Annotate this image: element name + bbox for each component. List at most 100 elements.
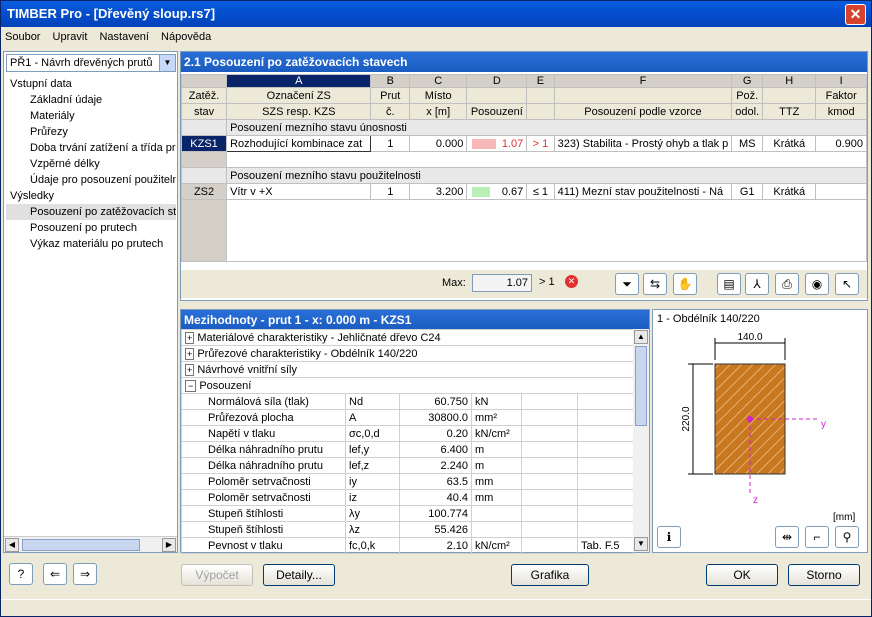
cell-member[interactable]: 1 — [370, 183, 411, 200]
cell-compare[interactable]: ≤ 1 — [526, 183, 555, 200]
cell-kmod[interactable]: 0.900 — [815, 135, 867, 152]
cell-formula[interactable]: 411) Mezní stav použitelnosti - Ná — [553, 183, 733, 200]
ok-button[interactable]: OK — [706, 564, 778, 586]
collapse-icon[interactable]: − — [185, 379, 197, 392]
view-icon[interactable]: ◉ — [805, 273, 829, 295]
scroll-right-icon[interactable]: ▶ — [162, 538, 176, 552]
col-header-i[interactable]: I — [815, 74, 867, 88]
scroll-thumb[interactable] — [22, 539, 140, 551]
cell-x[interactable]: 3.200 — [409, 183, 468, 200]
tree-item[interactable]: Údaje pro posouzení použitelnc — [6, 172, 176, 188]
row-header[interactable] — [180, 167, 228, 184]
vertical-scrollbar[interactable]: ▲ ▼ — [633, 329, 649, 552]
tree-item[interactable]: Posouzení po prutech — [6, 220, 176, 236]
table-row[interactable]: ZS2 Vítr v +X 1 3.200 0.67 ≤ 1 411) Mezn… — [180, 183, 867, 200]
cell-ratio[interactable]: 1.07 — [466, 135, 528, 152]
group-design[interactable]: − Posouzení — [181, 377, 634, 394]
cancel-button[interactable]: Storno — [788, 564, 860, 586]
cell-ratio[interactable]: 0.67 — [466, 183, 528, 200]
expand-icon[interactable]: + — [185, 347, 195, 360]
close-button[interactable]: ✕ — [845, 4, 866, 25]
table-export-icon[interactable]: ▤ — [717, 273, 741, 295]
info-icon[interactable]: ℹ — [657, 526, 681, 548]
tree-item[interactable]: Průřezy — [6, 124, 176, 140]
import-icon[interactable]: ⇐ — [43, 563, 67, 585]
row-header[interactable] — [180, 151, 228, 168]
tree-item[interactable]: Vzpěrné délky — [6, 156, 176, 172]
cell-resistance[interactable]: G1 — [731, 183, 764, 200]
expand-icon[interactable]: + — [185, 331, 195, 344]
cell-member[interactable]: 1 — [370, 135, 411, 152]
col-header-b[interactable]: B — [370, 74, 411, 88]
tree-item[interactable]: Posouzení po zatěžovacích sta — [6, 204, 176, 220]
axis-icon[interactable]: ⅄ — [745, 273, 769, 295]
cell-compare[interactable]: > 1 — [526, 135, 555, 152]
tree-item[interactable]: Materiály — [6, 108, 176, 124]
cell-name[interactable]: Vítr v +X — [226, 183, 372, 200]
cell-ttz[interactable]: Krátká — [762, 135, 817, 152]
group-forces[interactable]: + Návrhové vnitřní síly — [181, 361, 634, 378]
row-header[interactable] — [180, 119, 228, 136]
graphics-button[interactable]: Grafika — [511, 564, 589, 586]
col-header-c[interactable]: C — [409, 74, 468, 88]
help-icon[interactable]: ? — [9, 563, 33, 585]
col-header-a[interactable]: A — [226, 74, 372, 88]
cell-kmod[interactable] — [815, 183, 867, 200]
axes-icon[interactable]: ⌐ — [805, 526, 829, 548]
col-header-d[interactable]: D — [466, 74, 528, 88]
expand-icon[interactable]: + — [185, 363, 195, 376]
tree-item[interactable]: Doba trvání zatížení a třída pro — [6, 140, 176, 156]
cell-x[interactable]: 0.000 — [409, 135, 468, 152]
cell-ttz[interactable]: Krátká — [762, 183, 817, 200]
menu-file[interactable]: Soubor — [5, 31, 40, 43]
dim-width-label: 140.0 — [737, 332, 762, 343]
calculate-button[interactable]: Výpočet — [181, 564, 253, 586]
detail-row[interactable]: Délka náhradního prutu lef,y 6.400 m — [181, 441, 634, 458]
col-header-f[interactable]: F — [553, 74, 733, 88]
details-button[interactable]: Detaily... — [263, 564, 335, 586]
detail-row[interactable]: Průřezová plocha A 30800.0 mm² — [181, 409, 634, 426]
scroll-down-icon[interactable]: ▼ — [634, 537, 648, 551]
scroll-left-icon[interactable]: ◀ — [5, 538, 19, 552]
scroll-thumb[interactable] — [635, 346, 647, 426]
print-icon[interactable]: ⎙ — [775, 273, 799, 295]
cell-formula[interactable]: 323) Stabilita - Prostý ohyb a tlak p — [553, 135, 733, 152]
export-icon[interactable]: ⇒ — [73, 563, 97, 585]
case-select[interactable]: PŘ1 - Návrh dřevěných prutů ▼ — [6, 54, 176, 72]
col-header-h[interactable]: H — [762, 74, 817, 88]
tree-item[interactable]: Výkaz materiálu po prutech — [6, 236, 176, 252]
detail-row[interactable]: Stupeň štíhlosti λz 55.426 — [181, 521, 634, 538]
scroll-up-icon[interactable]: ▲ — [634, 330, 648, 344]
menu-edit[interactable]: Upravit — [53, 31, 88, 43]
dimension-icon[interactable]: ⇹ — [775, 526, 799, 548]
pointer-icon[interactable]: ↖ — [835, 273, 859, 295]
cell-resistance[interactable]: MS — [731, 135, 764, 152]
detail-row[interactable]: Napětí v tlaku σc,0,d 0.20 kN/cm² — [181, 425, 634, 442]
filter-icon[interactable]: ⏷ — [615, 273, 639, 295]
hand-icon[interactable]: ✋ — [673, 273, 697, 295]
detail-row[interactable]: Normálová síla (tlak) Nd 60.750 kN — [181, 393, 634, 410]
detail-row[interactable]: Poloměr setrvačnosti iz 40.4 mm — [181, 489, 634, 506]
member-select-icon[interactable]: ⇆ — [643, 273, 667, 295]
col-header-g[interactable]: G — [731, 74, 764, 88]
tree-item[interactable]: Vstupní data — [6, 76, 176, 92]
menu-settings[interactable]: Nastavení — [99, 31, 149, 43]
tree-item[interactable]: Výsledky — [6, 188, 176, 204]
row-header[interactable]: ZS2 — [180, 183, 228, 200]
detail-row[interactable]: Stupeň štíhlosti λy 100.774 — [181, 505, 634, 522]
menu-help[interactable]: Nápověda — [161, 31, 211, 43]
group-material[interactable]: + Materiálové charakteristiky - Jehlična… — [181, 329, 634, 346]
chevron-down-icon[interactable]: ▼ — [159, 55, 175, 71]
group-section[interactable]: + Průřezové charakteristiky - Obdélník 1… — [181, 345, 634, 362]
zoom-icon[interactable]: ⚲ — [835, 526, 859, 548]
table-row[interactable]: KZS1 Rozhodující kombinace zat 1 0.000 1… — [180, 135, 867, 152]
row-header[interactable]: KZS1 — [180, 135, 228, 152]
tree-item[interactable]: Základní údaje — [6, 92, 176, 108]
col-header-e[interactable]: E — [526, 74, 555, 88]
detail-row[interactable]: Poloměr setrvačnosti iy 63.5 mm — [181, 473, 634, 490]
row-header[interactable] — [180, 199, 228, 262]
horizontal-scrollbar[interactable]: ◀ ▶ — [4, 536, 177, 552]
cell-name[interactable]: Rozhodující kombinace zat — [226, 135, 372, 152]
detail-row[interactable]: Délka náhradního prutu lef,z 2.240 m — [181, 457, 634, 474]
detail-row[interactable]: Pevnost v tlaku fc,0,k 2.10 kN/cm² Tab. F.5 — [181, 537, 634, 554]
